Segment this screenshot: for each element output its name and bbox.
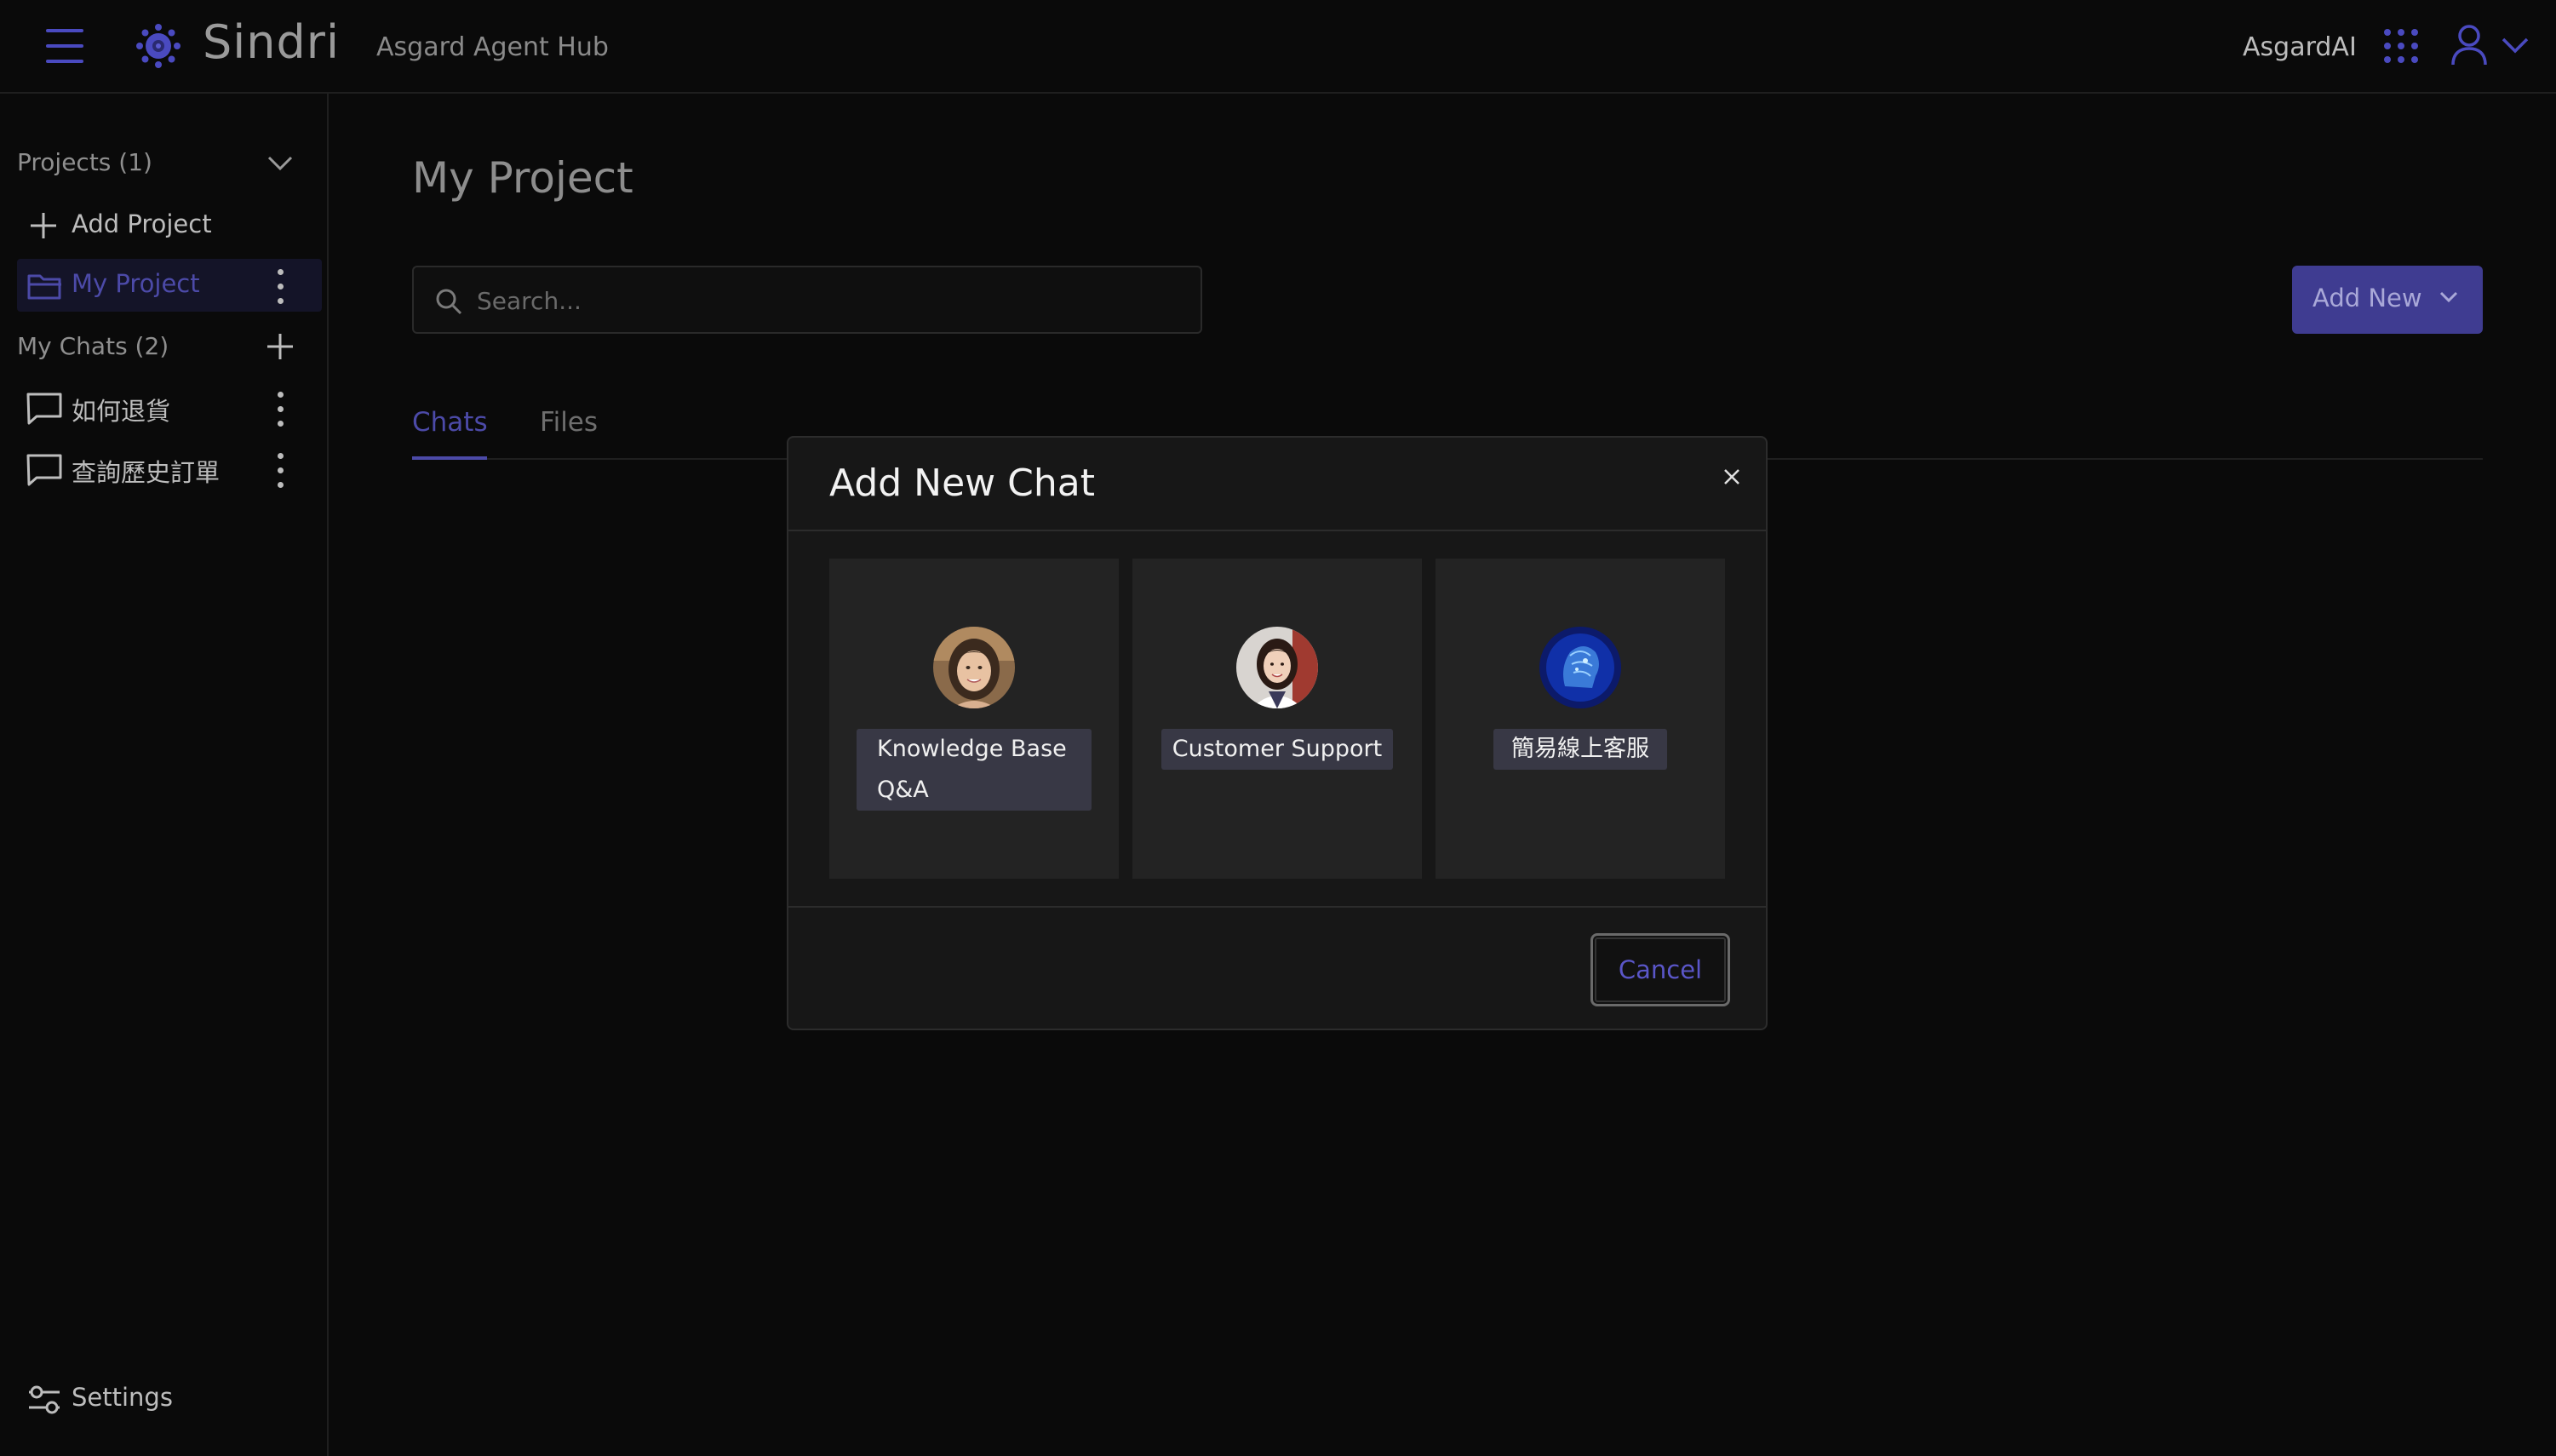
folder-icon	[27, 274, 61, 300]
add-new-chat-dialog: Add New Chat Knowledge Base Q&A Customer…	[787, 436, 1768, 1030]
chat-more-icon[interactable]	[276, 453, 284, 489]
active-tab-indicator	[412, 456, 487, 460]
dialog-title: Add New Chat	[829, 461, 1095, 505]
agent-avatar-image	[1236, 627, 1318, 708]
close-icon[interactable]	[1715, 460, 1749, 494]
tab-files[interactable]: Files	[540, 407, 598, 438]
projects-section-label: Projects (1)	[17, 148, 152, 176]
brand-name: Sindri	[203, 15, 340, 69]
agent-card-label-line2: Q&A	[877, 777, 929, 803]
chevron-down-icon	[2439, 291, 2458, 303]
agent-card-simple-online-service[interactable]: 簡易線上客服	[1436, 559, 1725, 879]
chevron-down-icon[interactable]	[2500, 34, 2530, 56]
chat-more-icon[interactable]	[276, 392, 284, 427]
add-new-label: Add New	[2312, 284, 2422, 312]
search-icon	[436, 289, 462, 315]
plus-icon	[31, 213, 56, 238]
agent-card-label: Customer Support	[1161, 729, 1393, 770]
settings-sliders-icon	[29, 1385, 60, 1414]
search-box[interactable]	[412, 266, 1202, 334]
hub-name: Asgard Agent Hub	[376, 32, 609, 62]
settings-button[interactable]: Settings	[27, 1381, 215, 1419]
project-more-icon[interactable]	[276, 269, 284, 305]
chat-item-label: 查詢歷史訂單	[72, 458, 221, 487]
dialog-header-divider	[788, 530, 1766, 531]
tab-chats[interactable]: Chats	[412, 407, 488, 438]
user-icon[interactable]	[2450, 24, 2488, 66]
agent-avatar-image	[933, 627, 1015, 708]
projects-collapse-icon[interactable]	[266, 153, 295, 174]
chat-bubble-icon	[26, 393, 62, 425]
cancel-button[interactable]: Cancel	[1590, 933, 1730, 1006]
agent-avatar-image	[1539, 627, 1621, 708]
dialog-footer-divider	[788, 906, 1766, 908]
hamburger-menu-icon[interactable]	[46, 29, 83, 63]
sidebar-chat-item[interactable]: 查詢歷史訂單	[26, 451, 255, 489]
chat-bubble-icon	[26, 454, 62, 486]
add-new-button[interactable]: Add New	[2292, 266, 2483, 334]
chats-section-label: My Chats (2)	[17, 332, 169, 360]
add-project-label: Add Project	[72, 209, 212, 238]
agent-card-label: 簡易線上客服	[1493, 729, 1667, 770]
agent-card-label: Knowledge Base Q&A	[857, 729, 1092, 811]
cancel-label: Cancel	[1618, 955, 1703, 984]
agent-card-customer-support[interactable]: Customer Support	[1132, 559, 1422, 879]
sidebar-item-label: My Project	[72, 269, 200, 298]
settings-label: Settings	[72, 1383, 173, 1412]
org-name[interactable]: AsgardAI	[2243, 32, 2357, 62]
agent-card-label-line1: Knowledge Base	[877, 736, 1067, 762]
chat-item-label: 如何退貨	[72, 397, 171, 426]
page-title: My Project	[412, 153, 633, 203]
sidebar-chat-item[interactable]: 如何退貨	[26, 390, 255, 427]
add-project-button[interactable]: Add Project	[27, 208, 300, 242]
apps-grid-icon[interactable]	[2384, 29, 2418, 63]
sindri-logo-icon	[136, 24, 181, 68]
agent-card-knowledge-base[interactable]: Knowledge Base Q&A	[829, 559, 1119, 879]
add-chat-icon[interactable]	[266, 332, 295, 361]
top-bar: Sindri Asgard Agent Hub AsgardAI	[0, 0, 2556, 94]
search-input[interactable]	[475, 278, 1177, 324]
